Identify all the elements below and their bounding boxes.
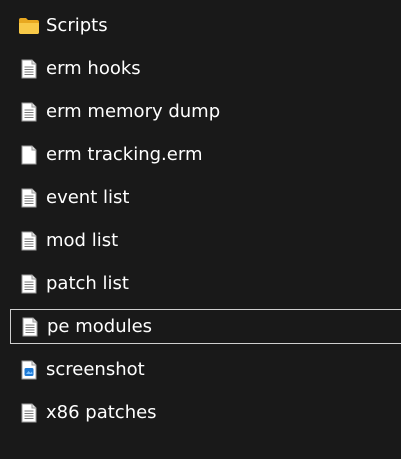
text-file-icon bbox=[18, 273, 40, 295]
list-item-label: event list bbox=[46, 187, 130, 208]
list-item-patch-list[interactable]: patch list bbox=[0, 262, 401, 305]
list-item-label: patch list bbox=[46, 273, 129, 294]
list-item-label: mod list bbox=[46, 230, 119, 251]
list-item-label: Scripts bbox=[46, 15, 108, 36]
blank-file-icon bbox=[18, 144, 40, 166]
image-file-icon bbox=[18, 359, 40, 381]
list-item-x86-patches[interactable]: x86 patches bbox=[0, 391, 401, 434]
list-item-scripts[interactable]: Scripts bbox=[0, 4, 401, 47]
list-item-label: x86 patches bbox=[46, 402, 157, 423]
list-item-label: erm hooks bbox=[46, 58, 141, 79]
text-file-icon bbox=[18, 402, 40, 424]
text-file-icon bbox=[18, 187, 40, 209]
list-item-label: erm memory dump bbox=[46, 101, 221, 122]
list-item-label: pe modules bbox=[47, 316, 153, 337]
list-item-erm-memory-dump[interactable]: erm memory dump bbox=[0, 90, 401, 133]
text-file-icon bbox=[18, 230, 40, 252]
list-item-label: erm tracking.erm bbox=[46, 144, 203, 165]
folder-icon bbox=[18, 15, 40, 37]
list-item-event-list[interactable]: event list bbox=[0, 176, 401, 219]
list-item-mod-list[interactable]: mod list bbox=[0, 219, 401, 262]
text-file-icon bbox=[19, 316, 41, 338]
text-file-icon bbox=[18, 58, 40, 80]
file-list: Scripts erm hooks erm memory dump erm tr… bbox=[0, 4, 401, 434]
list-item-label: screenshot bbox=[46, 359, 145, 380]
list-item-erm-tracking[interactable]: erm tracking.erm bbox=[0, 133, 401, 176]
list-item-screenshot[interactable]: screenshot bbox=[0, 348, 401, 391]
text-file-icon bbox=[18, 101, 40, 123]
list-item-pe-modules[interactable]: pe modules bbox=[10, 309, 401, 344]
list-item-erm-hooks[interactable]: erm hooks bbox=[0, 47, 401, 90]
